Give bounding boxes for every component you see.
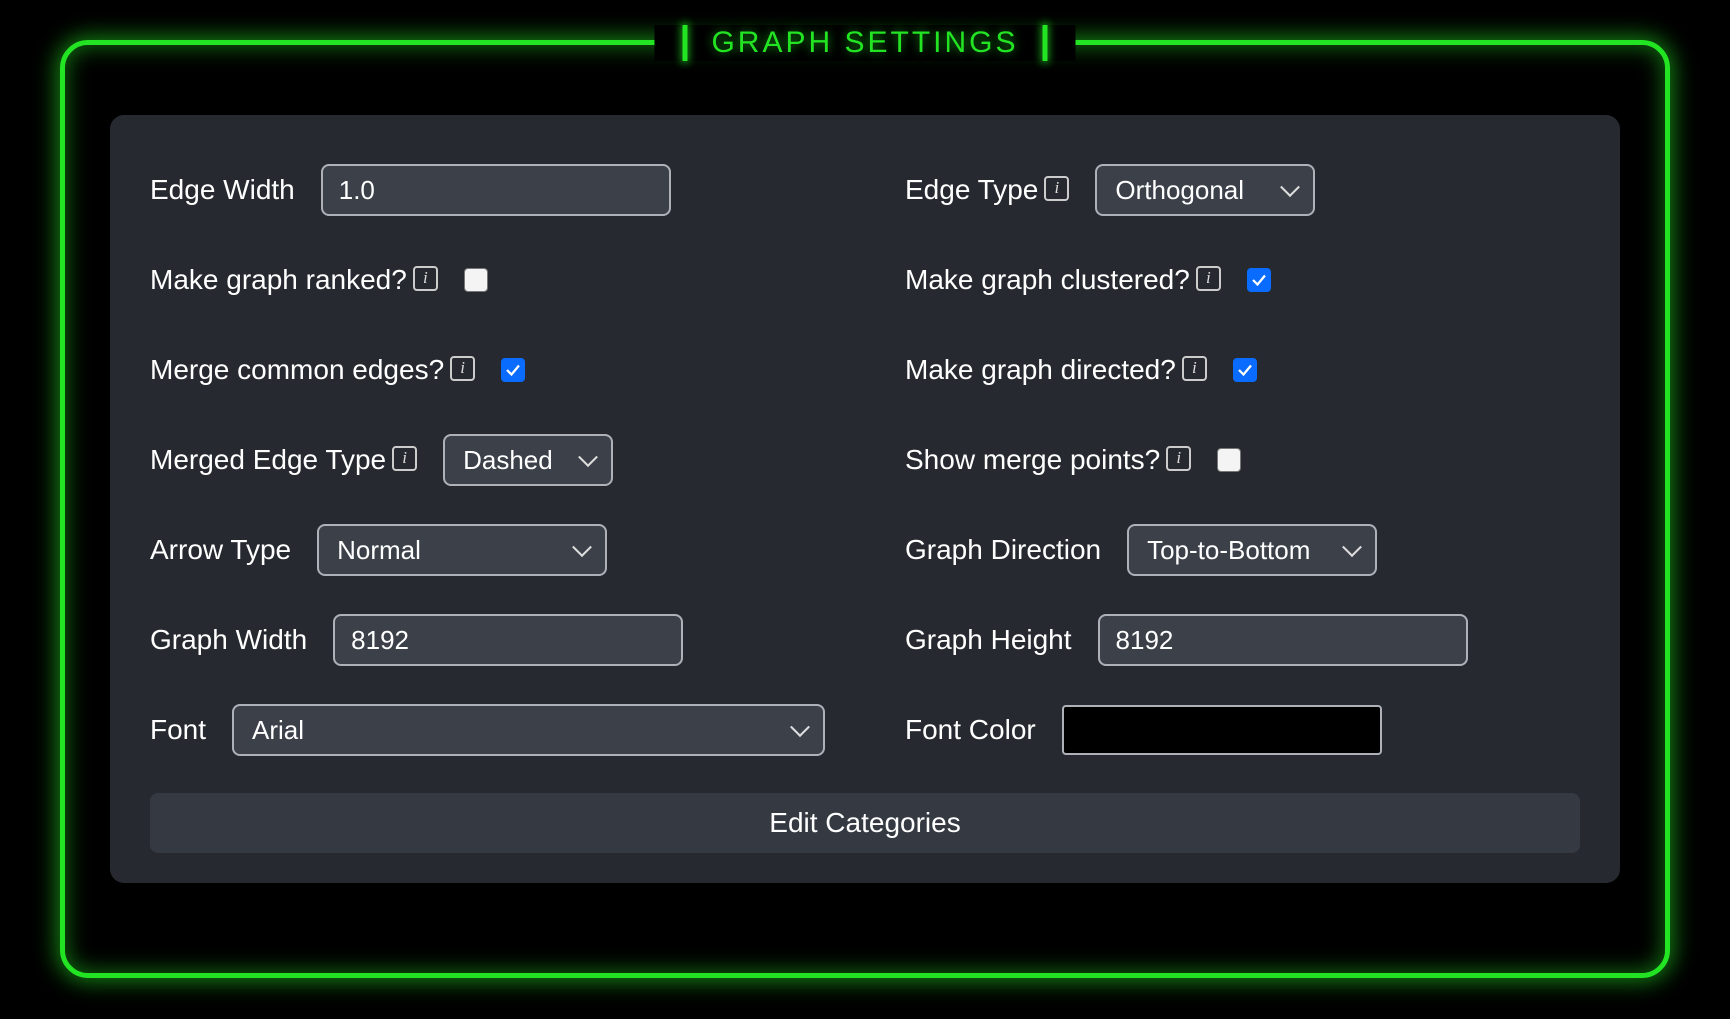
merge-edges-checkbox[interactable] — [501, 358, 525, 382]
row-font-color: Font Color — [905, 685, 1580, 775]
row-edge-width: Edge Width — [150, 145, 825, 235]
row-graph-direction: Graph Direction Top-to-Bottom — [905, 505, 1580, 595]
row-merged-edge-type: Merged Edge Type i Dashed — [150, 415, 825, 505]
info-icon[interactable]: i — [1196, 266, 1221, 291]
edit-categories-label: Edit Categories — [769, 807, 960, 839]
row-edge-type: Edge Type i Orthogonal — [905, 145, 1580, 235]
label-clustered: Make graph clustered? — [905, 264, 1190, 296]
label-merged-edge-type: Merged Edge Type — [150, 444, 386, 476]
label-arrow-type: Arrow Type — [150, 534, 291, 566]
ranked-checkbox[interactable] — [464, 268, 488, 292]
info-icon[interactable]: i — [392, 446, 417, 471]
row-ranked: Make graph ranked? i — [150, 235, 825, 325]
info-icon[interactable]: i — [1044, 176, 1069, 201]
row-directed: Make graph directed? i — [905, 325, 1580, 415]
font-select[interactable]: Arial — [232, 704, 825, 756]
info-icon[interactable]: i — [1166, 446, 1191, 471]
edge-type-value: Orthogonal — [1115, 175, 1244, 206]
title-accent-left — [682, 25, 687, 61]
font-color-swatch[interactable] — [1062, 705, 1382, 755]
merged-edge-type-select[interactable]: Dashed — [443, 434, 613, 486]
row-arrow-type: Arrow Type Normal — [150, 505, 825, 595]
merged-edge-type-value: Dashed — [463, 445, 553, 476]
panel-title-wrap: GRAPH SETTINGS — [654, 25, 1075, 61]
label-ranked: Make graph ranked? — [150, 264, 407, 296]
show-merge-points-checkbox[interactable] — [1217, 448, 1241, 472]
row-show-merge-points: Show merge points? i — [905, 415, 1580, 505]
clustered-checkbox[interactable] — [1247, 268, 1271, 292]
label-graph-width: Graph Width — [150, 624, 307, 656]
label-graph-direction: Graph Direction — [905, 534, 1101, 566]
row-graph-height: Graph Height — [905, 595, 1580, 685]
arrow-type-value: Normal — [337, 535, 421, 566]
row-graph-width: Graph Width — [150, 595, 825, 685]
edge-width-input[interactable] — [321, 164, 671, 216]
row-font: Font Arial — [150, 685, 825, 775]
directed-checkbox[interactable] — [1233, 358, 1257, 382]
label-font: Font — [150, 714, 206, 746]
font-value: Arial — [252, 715, 304, 746]
label-edge-width: Edge Width — [150, 174, 295, 206]
label-graph-height: Graph Height — [905, 624, 1072, 656]
info-icon[interactable]: i — [413, 266, 438, 291]
label-directed: Make graph directed? — [905, 354, 1176, 386]
row-clustered: Make graph clustered? i — [905, 235, 1580, 325]
info-icon[interactable]: i — [1182, 356, 1207, 381]
edit-categories-button[interactable]: Edit Categories — [150, 793, 1580, 853]
edge-type-select[interactable]: Orthogonal — [1095, 164, 1315, 216]
label-show-merge-points: Show merge points? — [905, 444, 1160, 476]
settings-grid: Edge Width Edge Type i Orthogonal Make g… — [150, 145, 1580, 775]
panel-title: GRAPH SETTINGS — [711, 26, 1018, 60]
graph-height-input[interactable] — [1098, 614, 1468, 666]
graph-direction-select[interactable]: Top-to-Bottom — [1127, 524, 1377, 576]
label-merge-edges: Merge common edges? — [150, 354, 444, 386]
graph-direction-value: Top-to-Bottom — [1147, 535, 1310, 566]
label-font-color: Font Color — [905, 714, 1036, 746]
row-merge-edges: Merge common edges? i — [150, 325, 825, 415]
graph-width-input[interactable] — [333, 614, 683, 666]
settings-panel: Edge Width Edge Type i Orthogonal Make g… — [110, 115, 1620, 883]
title-accent-right — [1043, 25, 1048, 61]
label-edge-type: Edge Type — [905, 174, 1038, 206]
arrow-type-select[interactable]: Normal — [317, 524, 607, 576]
graph-settings-frame: GRAPH SETTINGS Edge Width Edge Type i Or… — [60, 40, 1670, 978]
info-icon[interactable]: i — [450, 356, 475, 381]
